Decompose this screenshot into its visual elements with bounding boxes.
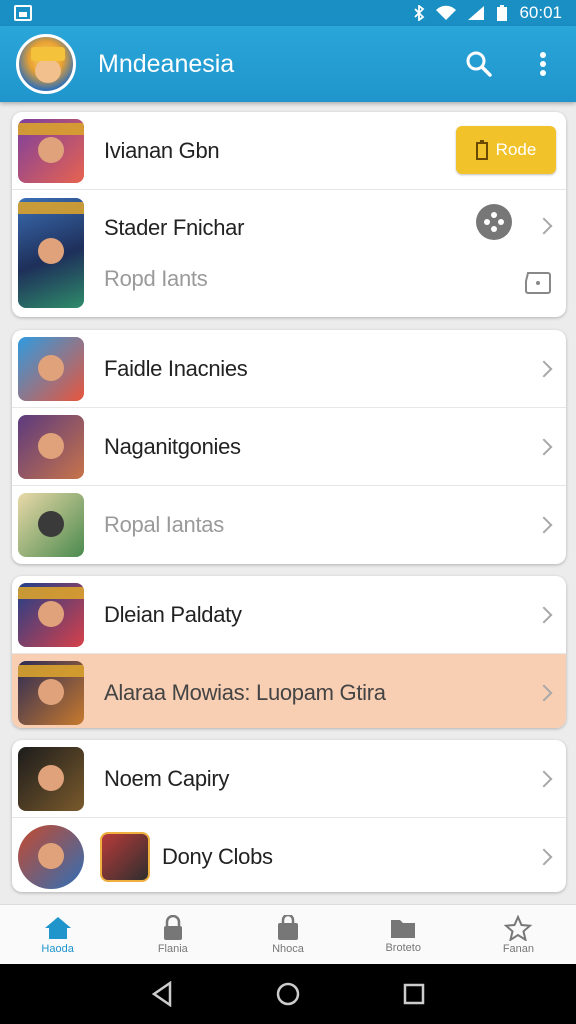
battery-icon (475, 140, 488, 160)
bottom-nav: Haoda Flania Nhoca Broteto Fanan (0, 904, 576, 964)
bag-icon (278, 914, 298, 940)
list-item-label: Noem Capiry (104, 765, 230, 791)
search-icon (466, 51, 492, 77)
star-icon (504, 914, 533, 941)
game-thumbnail (18, 414, 84, 479)
list-item-label: Ivianan Gbn (104, 137, 220, 163)
game-thumbnail (18, 746, 84, 811)
featured-card: Ivianan Gbn Rode Stader Fnichar Ropd Ian… (12, 112, 566, 317)
chat-icon[interactable] (524, 271, 552, 297)
game-thumbnail (18, 582, 84, 647)
chevron-right-icon (535, 848, 553, 866)
nav-item-broteto[interactable]: Broteto (346, 905, 461, 964)
list-item[interactable]: Dony Clobs (12, 818, 566, 892)
wifi-icon (436, 5, 457, 20)
system-nav-bar (0, 964, 576, 1024)
home-circle-icon[interactable] (275, 981, 301, 1007)
list-item[interactable]: Ropal Iantas (12, 486, 566, 564)
bluetooth-icon (414, 5, 425, 21)
chevron-right-icon (535, 438, 553, 455)
game-thumbnail (18, 493, 84, 557)
list-item-label: Naganitgonies (104, 433, 241, 459)
nav-item-nhoca[interactable]: Nhoca (230, 905, 345, 964)
list-item-label: Dleian Paldaty (104, 601, 242, 627)
game-thumbnail (18, 661, 84, 725)
list-item[interactable]: Naganitgonies (12, 408, 566, 486)
game-thumbnail (18, 336, 84, 401)
folder-icon (391, 919, 416, 938)
home-icon (44, 916, 71, 939)
nav-item-flania[interactable]: Flania (115, 905, 230, 964)
game-thumbnail-small (100, 832, 150, 882)
list-item[interactable]: Dleian Paldaty (12, 576, 566, 654)
list-item[interactable]: Ivianan Gbn Rode (12, 112, 566, 190)
list-item-label: Dony Clobs (162, 844, 273, 869)
list-item-label: Alaraa Mowias: Luopam Gtira (104, 680, 386, 705)
game-thumbnail (18, 118, 84, 183)
app-title: Mndeanesia (98, 49, 235, 78)
list-item-label: Ropal Iantas (104, 512, 224, 537)
chevron-right-icon (535, 684, 553, 702)
list-item-sublabel: Ropd Iants (104, 266, 208, 292)
search-button[interactable] (462, 47, 496, 81)
status-bar: 60:01 (0, 0, 576, 26)
list-item[interactable]: Noem Capiry (12, 740, 566, 818)
list-item-selected[interactable]: Alaraa Mowias: Luopam Gtira (12, 654, 566, 728)
battery-icon (497, 5, 508, 21)
back-icon[interactable] (150, 981, 174, 1007)
status-time: 60:01 (519, 3, 562, 22)
gallery-icon (14, 5, 32, 21)
gamepad-button[interactable] (476, 204, 512, 240)
overflow-menu-button[interactable] (526, 47, 560, 81)
lock-icon (163, 914, 182, 940)
category-card: Faidle Inacnies Naganitgonies Ropal Iant… (12, 330, 566, 564)
list-item[interactable]: Faidle Inacnies (12, 330, 566, 408)
chevron-right-icon (535, 217, 553, 235)
chevron-right-icon (535, 516, 553, 534)
list-item-label: Faidle Inacnies (104, 355, 248, 381)
nav-item-home[interactable]: Haoda (0, 905, 115, 964)
rode-button-label: Rode (495, 140, 537, 159)
chevron-right-icon (535, 360, 553, 377)
list-item[interactable]: Stader Fnichar Ropd Iants (12, 190, 566, 317)
rode-button[interactable]: Rode (456, 126, 556, 174)
app-logo (16, 34, 76, 94)
app-bar: Mndeanesia (0, 26, 576, 102)
game-thumbnail (18, 198, 84, 308)
gamepad-icon (484, 212, 504, 232)
chevron-right-icon (535, 770, 553, 787)
game-thumbnail (18, 825, 84, 889)
nav-item-fanan[interactable]: Fanan (461, 905, 576, 964)
list-item-label: Stader Fnichar (104, 214, 245, 240)
recents-icon[interactable] (402, 982, 426, 1006)
highlight-card: Dleian Paldaty Alaraa Mowias: Luopam Gti… (12, 576, 566, 728)
chevron-right-icon (535, 606, 553, 623)
category-card: Noem Capiry Dony Clobs (12, 740, 566, 892)
signal-icon (468, 6, 485, 20)
more-vert-icon (540, 52, 546, 76)
